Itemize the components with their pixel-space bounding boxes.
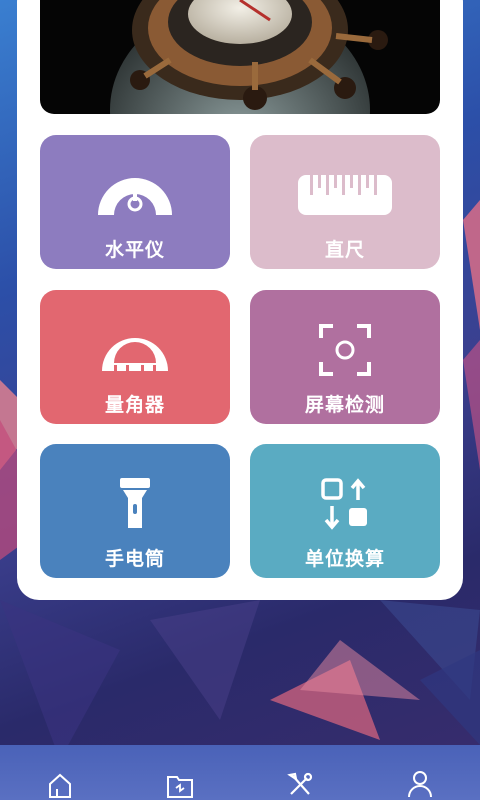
tab-tools[interactable] (270, 745, 330, 800)
tab-profile[interactable] (390, 745, 450, 800)
tool-label: 量角器 (104, 394, 165, 416)
bottom-tab-bar (0, 745, 480, 800)
screen-check-icon (319, 324, 371, 376)
tab-home[interactable] (30, 745, 90, 800)
profile-icon (408, 771, 432, 798)
tool-label: 直尺 (324, 239, 365, 261)
tool-protractor-button[interactable]: 量角器 (40, 290, 230, 424)
compass-image (110, 0, 388, 114)
tools-icon (287, 772, 313, 795)
tool-level-button[interactable]: 水平仪 (40, 135, 230, 269)
home-icon (49, 773, 71, 798)
tool-label: 水平仪 (104, 239, 165, 261)
tool-label: 手电筒 (104, 548, 165, 570)
ruler-icon (298, 175, 392, 215)
tool-screen-check-button[interactable]: 屏幕检测 (250, 290, 440, 424)
compass-banner (40, 0, 440, 114)
tool-label: 单位换算 (304, 548, 385, 570)
tool-flashlight-button[interactable]: 手电筒 (40, 444, 230, 578)
tab-files[interactable] (150, 745, 210, 800)
tool-unit-convert-button[interactable]: 单位换算 (250, 444, 440, 578)
level-gauge-icon (98, 178, 172, 215)
folder-icon (167, 776, 193, 798)
unit-convert-icon (321, 478, 367, 530)
flashlight-icon (120, 478, 150, 528)
tool-label: 屏幕检测 (304, 394, 385, 416)
tool-ruler-button[interactable]: 直尺 (250, 135, 440, 269)
protractor-icon (102, 338, 168, 371)
